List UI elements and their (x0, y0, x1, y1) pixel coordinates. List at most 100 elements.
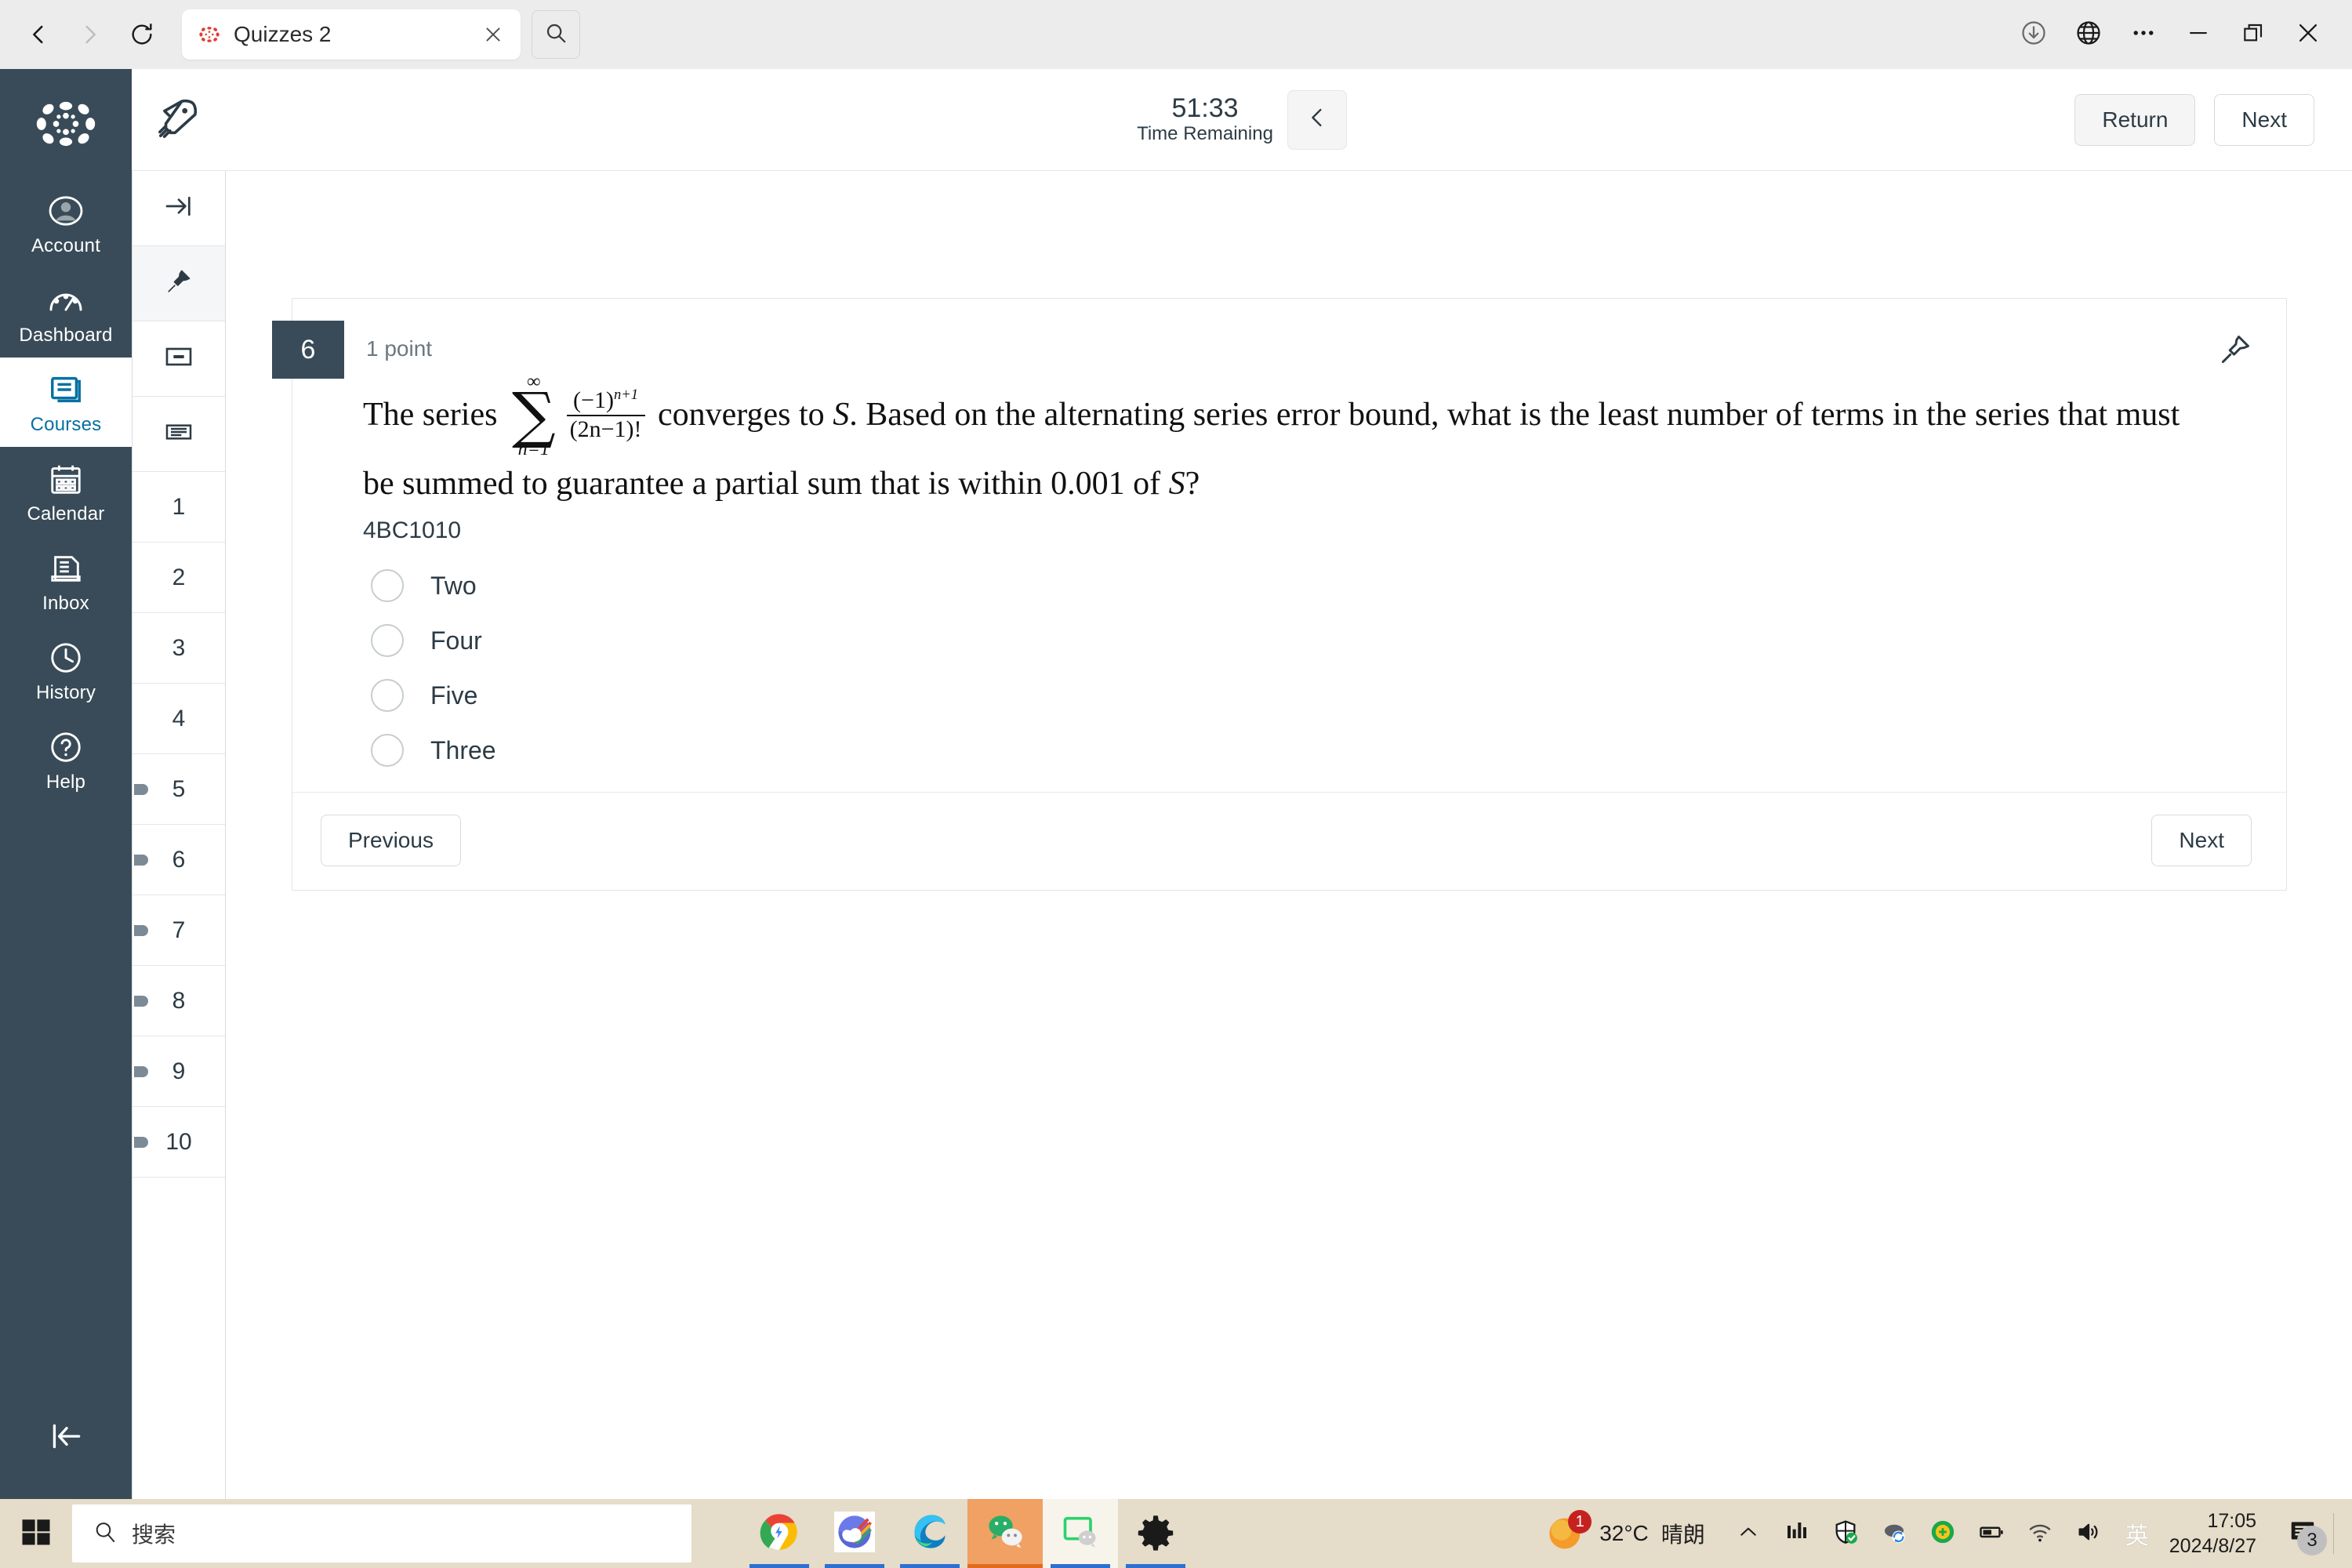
sidebar-item-calendar[interactable]: Calendar (0, 447, 132, 536)
answer-option[interactable]: Two (363, 558, 2216, 613)
volume-tray-icon[interactable] (2064, 1499, 2113, 1568)
wifi-icon (2027, 1519, 2053, 1549)
translate-button[interactable] (2063, 9, 2114, 60)
timer-text: 51:33 Time Remaining (1137, 93, 1273, 145)
timer-collapse-button[interactable] (1287, 89, 1347, 150)
show-hidden-icons-chevron (1737, 1520, 1760, 1548)
show-desktop-button[interactable] (2333, 1513, 2338, 1554)
answer-label: Two (430, 571, 477, 600)
browser-tab[interactable]: Quizzes 2 (182, 9, 521, 60)
close-icon[interactable] (480, 21, 506, 48)
search-icon (93, 1519, 118, 1548)
green-plus-tray-icon[interactable] (1918, 1499, 1967, 1568)
chevron-left-icon (1304, 104, 1330, 135)
download-button[interactable] (2009, 9, 2059, 60)
start-button[interactable] (0, 1499, 72, 1568)
next-question-button[interactable]: Next (2151, 815, 2252, 867)
forward-button[interactable] (66, 10, 114, 59)
taskbar-app-wechat-devtools[interactable] (1043, 1499, 1118, 1568)
quiz-content-area: 6 1 point The series ∞ ∑ n=1 (−1)n+1 (2n… (227, 172, 2352, 1499)
minimize-button[interactable] (2173, 9, 2223, 60)
question-rail-item[interactable]: 5 (132, 754, 225, 825)
question-rail-item[interactable]: 6 (132, 825, 225, 895)
rail-list-view-button[interactable] (132, 397, 225, 472)
radio-button[interactable] (371, 679, 404, 713)
close-window-button[interactable] (2283, 9, 2333, 60)
onedrive-tray-icon[interactable] (1870, 1499, 1918, 1568)
wifi-tray-icon[interactable] (2016, 1499, 2064, 1568)
sidebar-item-account[interactable]: Account (0, 179, 132, 268)
ime-indicator[interactable]: 英 (2113, 1499, 2161, 1568)
edge-icon (909, 1512, 950, 1556)
tab-search-button[interactable] (532, 10, 580, 59)
notifications-button[interactable]: 3 (2272, 1499, 2333, 1568)
sum-lower-limit: n=1 (517, 439, 550, 460)
taskbar-app-wechat[interactable] (967, 1499, 1043, 1568)
previous-question-button[interactable]: Previous (321, 815, 461, 867)
question-points: 1 point (366, 336, 433, 361)
question-card: 6 1 point The series ∞ ∑ n=1 (−1)n+1 (2n… (272, 298, 2287, 891)
back-button[interactable] (14, 10, 63, 59)
weather-widget[interactable]: 1 32°C 晴朗 (1527, 1510, 1724, 1554)
question-rail-item[interactable]: 2 (132, 543, 225, 613)
question-rail-item[interactable]: 1 (132, 472, 225, 543)
question-rail-item[interactable]: 8 (132, 966, 225, 1036)
answer-option[interactable]: Three (363, 723, 2216, 778)
radio-button[interactable] (371, 734, 404, 768)
answer-label: Four (430, 626, 482, 655)
radio-button[interactable] (371, 624, 404, 658)
expand-right-icon (163, 191, 194, 226)
question-text-part2: converges to (658, 396, 825, 433)
reload-icon (129, 21, 155, 48)
more-options-button[interactable] (2118, 9, 2169, 60)
battery-tray-icon[interactable] (1967, 1499, 2016, 1568)
answer-option[interactable]: Four (363, 613, 2216, 668)
rail-expand-button[interactable] (132, 171, 225, 246)
canvas-logo[interactable] (28, 86, 103, 162)
reload-button[interactable] (118, 10, 166, 59)
show-hidden-icons-button[interactable] (1724, 1499, 1773, 1568)
tab-title: Quizzes 2 (234, 22, 332, 46)
sidebar-item-history[interactable]: History (0, 626, 132, 715)
taskbar-app-chrome[interactable] (742, 1499, 817, 1568)
answer-option[interactable]: Five (363, 668, 2216, 723)
search-icon (544, 21, 568, 49)
taskbar-app-rainbow-cloud[interactable] (817, 1499, 892, 1568)
chrome-icon (759, 1512, 800, 1556)
wechat-icon (985, 1512, 1025, 1556)
security-tray-icon[interactable] (1821, 1499, 1870, 1568)
return-button[interactable]: Return (2074, 93, 2196, 146)
header-next-button[interactable]: Next (2214, 93, 2314, 146)
flag-question-button[interactable] (2214, 330, 2256, 372)
question-rail-item[interactable]: 3 (132, 613, 225, 684)
radio-button[interactable] (371, 569, 404, 603)
taskbar-app-edge[interactable] (892, 1499, 967, 1568)
quiz-header-actions: Return Next (2074, 93, 2352, 146)
sidebar-item-label: Courses (30, 414, 102, 435)
timer-value: 51:33 (1171, 93, 1239, 123)
sidebar-item-help[interactable]: Help (0, 715, 132, 804)
numerator-base: (−1) (573, 387, 614, 414)
download-icon (2020, 19, 2048, 51)
taskbar-search-placeholder: 搜索 (132, 1523, 176, 1547)
sidebar-item-dashboard[interactable]: Dashboard (0, 268, 132, 358)
question-marker (134, 783, 148, 795)
monitor-bars-tray-icon[interactable] (1773, 1499, 1821, 1568)
sidebar-collapse-button[interactable] (0, 1405, 132, 1471)
back-chevron-icon (25, 21, 52, 48)
question-rail-item[interactable]: 10 (132, 1107, 225, 1178)
question-rail-item[interactable]: 7 (132, 895, 225, 966)
rail-single-card-view-button[interactable] (132, 321, 225, 397)
taskbar-app-settings[interactable] (1118, 1499, 1193, 1568)
question-rail-item[interactable]: 9 (132, 1036, 225, 1107)
restore-button[interactable] (2228, 9, 2278, 60)
taskbar-clock[interactable]: 17:05 2024/8/27 (2161, 1508, 2272, 1559)
app-running-indicator (900, 1564, 960, 1568)
rail-pin-button[interactable] (132, 246, 225, 321)
sidebar-item-courses[interactable]: Courses (0, 358, 132, 447)
sidebar-item-label: Dashboard (19, 325, 113, 346)
sidebar-item-inbox[interactable]: Inbox (0, 536, 132, 626)
question-rail-item[interactable]: 4 (132, 684, 225, 754)
taskbar-search-input[interactable]: 搜索 (72, 1504, 691, 1563)
question-footer: Previous Next (292, 792, 2286, 890)
